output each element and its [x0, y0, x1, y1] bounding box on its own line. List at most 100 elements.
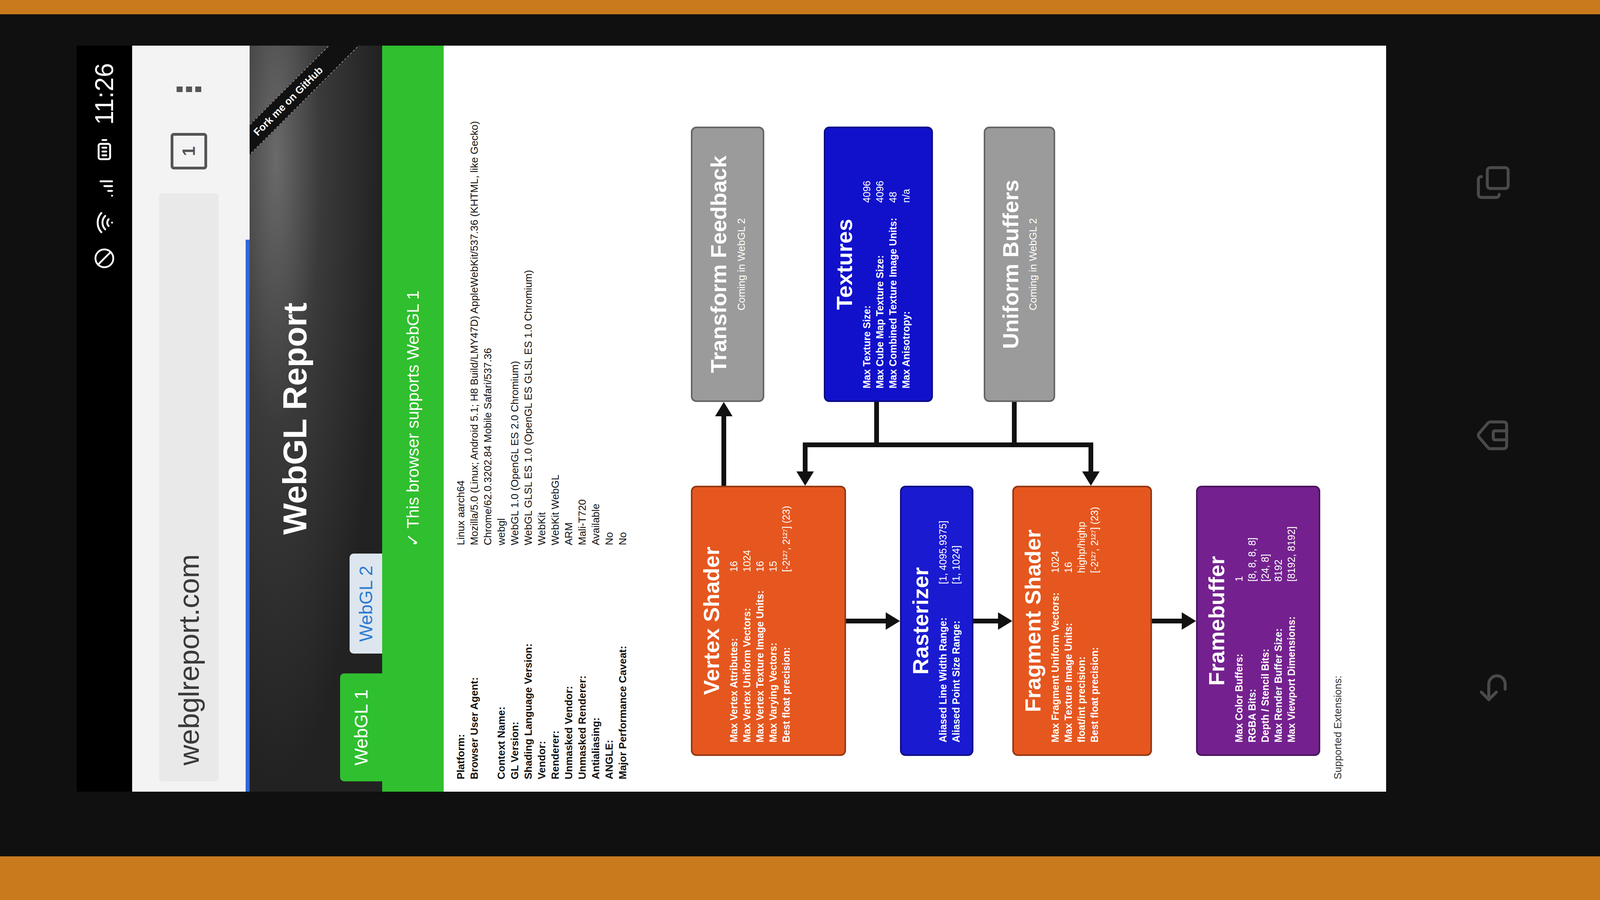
stat-value: n/a [900, 140, 913, 203]
status-bar: 11:26 [76, 45, 133, 792]
back-key[interactable] [1475, 669, 1512, 706]
info-value: No [602, 69, 616, 546]
stage-title: Rasterizer [907, 567, 934, 675]
version-tab[interactable]: WebGL 1 [340, 673, 383, 782]
info-label: Unmasked Vendor: [561, 553, 576, 780]
stat-value: [1, 4095.9375] [936, 499, 950, 585]
stat-label: Max Render Buffer Size: [1272, 593, 1285, 743]
arrow [1082, 442, 1100, 486]
arrow [973, 612, 1013, 630]
stage-title: Uniform Buffers [997, 179, 1024, 349]
stage-stats: Max Texture Size:4096Max Cube Map Textur… [860, 140, 913, 389]
stat-label: RGBA Bits: [1246, 593, 1259, 743]
browser-toolbar: webglreport.com 1 ⋮ [132, 45, 246, 792]
stage-title: Transform Feedback [705, 155, 732, 374]
stat-value: [8, 8, 8, 8] [1246, 499, 1259, 582]
wifi-icon [92, 211, 116, 235]
do-not-disturb-icon [93, 247, 116, 270]
pipeline-stage: RasterizerAliased Line Width Range: [1, 4… [900, 485, 974, 756]
battery-icon [92, 138, 116, 162]
info-value: Mozilla/5.0 (Linux; Android 5.1; H8 Buil… [467, 69, 495, 546]
stat-value: 1 [1232, 499, 1246, 582]
page-title: WebGL Report [249, 45, 341, 792]
arrow [846, 612, 900, 630]
stat-value: [8192, 8192] [1285, 499, 1298, 582]
stat-label: Max Texture Size: [860, 214, 874, 389]
menu-button[interactable]: ⋮ [170, 69, 208, 110]
info-label: Antialiasing: [588, 553, 603, 780]
version-tab[interactable]: WebGL 2 [349, 553, 383, 654]
info-table: Platform:Linux aarch64Browser User Agent… [443, 45, 630, 792]
stat-label: Aliased Line Width Range: [936, 596, 950, 743]
stat-value: 16 [753, 499, 767, 572]
info-value: Available [588, 69, 603, 546]
tab-row: WebGL 1 WebGL 2 [340, 45, 383, 792]
home-key[interactable] [1475, 417, 1512, 454]
stage-stats: Aliased Line Width Range:[1, 4095.9375]A… [936, 499, 963, 743]
screen-slot: 11:26webglreport.com1⋮WebGL ReportWebGL … [76, 45, 1387, 792]
screen: 11:26webglreport.com1⋮WebGL ReportWebGL … [76, 45, 1387, 792]
stat-label: Max Texture Image Units: [1062, 584, 1075, 743]
stage-stats: Max Color Buffers: 1RGBA Bits: [8, 8, 8, 8… [1232, 499, 1298, 743]
stage-subtitle: Coming in WebGL 2 [1026, 218, 1040, 311]
stat-value: [1, 1024] [950, 499, 963, 585]
signal-icon [92, 174, 116, 198]
stage-stats: Max Fragment Uniform Vectors:1024Max Tex… [1049, 499, 1101, 743]
info-label: Renderer: [548, 553, 562, 780]
info-value: WebGL GLSL ES 1.0 (OpenGL ES GLSL ES 1.0… [521, 69, 535, 546]
stat-label: Best float precision: [1088, 584, 1101, 743]
info-label: Unmasked Renderer: [575, 553, 589, 780]
stage-title: Vertex Shader [698, 546, 725, 696]
stat-value: [-2¹²⁷, 2¹²⁷] (23) [780, 499, 793, 572]
stat-label: Max Anisotropy: [900, 214, 913, 389]
pipeline-stage: TexturesMax Texture Size:4096Max Cube Ma… [823, 126, 933, 402]
info-label: Shading Language Version: [521, 553, 535, 780]
arrow [796, 442, 814, 486]
stat-label: Max Color Buffers: [1232, 593, 1246, 743]
stat-label: Max Fragment Uniform Vectors: [1049, 584, 1062, 743]
info-value: ARM [561, 69, 576, 546]
info-label: Platform: [453, 553, 468, 780]
stat-label: Max Vertex Texture Image Units: [753, 583, 767, 743]
stat-value: 8192 [1272, 499, 1285, 582]
tab-switcher-button[interactable]: 1 [170, 132, 208, 170]
stat-value: 4096 [873, 140, 887, 203]
info-label: ANGLE: [602, 553, 616, 780]
stage-subtitle: Coming in WebGL 2 [735, 218, 748, 311]
hardware-keys [1386, 45, 1600, 857]
stat-value: 4096 [860, 140, 874, 203]
pipeline-stage: Uniform BuffersComing in WebGL 2 [983, 126, 1056, 402]
stat-label: float/int precision: [1075, 584, 1088, 743]
github-ribbon[interactable]: Fork me on GitHub [249, 45, 370, 182]
stage-title: Fragment Shader [1019, 529, 1047, 713]
recents-icon [1475, 164, 1512, 201]
arrow [715, 401, 733, 486]
stage-title: Textures [830, 218, 858, 310]
extensions-label: Supported Extensions: [1323, 45, 1352, 792]
page-header: WebGL ReportWebGL 1 WebGL 2 Fork me on Git… [249, 45, 383, 792]
pipeline-stage: Vertex ShaderMax Vertex Attributes:16Max… [690, 485, 847, 756]
info-value: Linux aarch64 [453, 69, 468, 546]
recents-key[interactable] [1475, 164, 1512, 201]
stage-title: Framebuffer [1203, 555, 1230, 686]
stat-value: 1024 [740, 499, 754, 572]
support-banner: ✓ This browser supports WebGL 1 [382, 45, 444, 792]
pipeline-diagram: Vertex ShaderMax Vertex Attributes:16Max… [684, 45, 1324, 792]
stat-label: Max Varying Vectors: [767, 583, 780, 743]
info-label: Context Name: [494, 553, 508, 780]
progress-fill [245, 239, 250, 792]
pipeline-stage: FramebufferMax Color Buffers: 1RGBA Bits:… [1196, 485, 1321, 756]
info-value: No [615, 69, 630, 546]
info-label: Vendor: [534, 553, 549, 780]
stage-stats: Max Vertex Attributes:16Max Vertex Unifo… [727, 499, 793, 743]
info-value: WebKit WebGL [548, 69, 562, 546]
info-label: GL Version: [507, 553, 522, 780]
home-icon [1475, 417, 1512, 454]
back-icon [1475, 669, 1512, 706]
arrow [1151, 612, 1197, 630]
info-value: WebGL 1.0 (OpenGL ES 2.0 Chromium) [507, 69, 522, 546]
stat-value: [-2¹²⁷, 2¹²⁷] (23) [1088, 499, 1101, 574]
url-field[interactable]: webglreport.com [159, 193, 219, 782]
info-value: WebKit [534, 69, 549, 546]
stat-value: 16 [727, 499, 741, 572]
